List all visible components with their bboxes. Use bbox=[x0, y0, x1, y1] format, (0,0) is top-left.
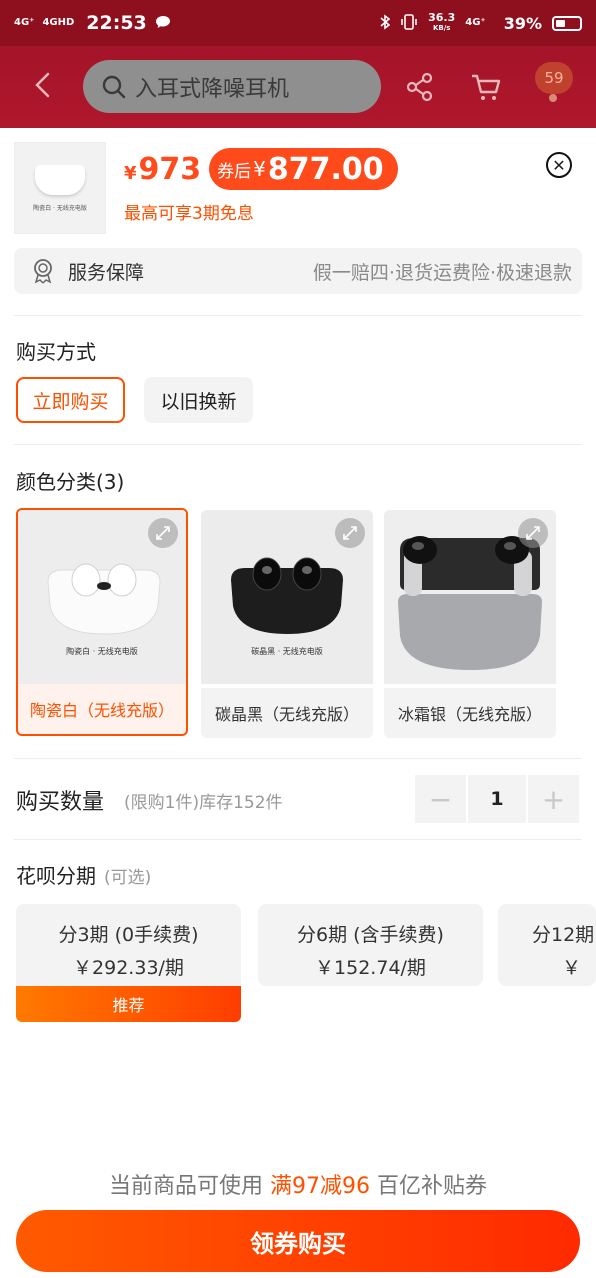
cart-count-badge: 59 bbox=[535, 62, 573, 94]
battery-icon bbox=[552, 15, 582, 31]
quantity-stepper: − 1 + bbox=[415, 775, 579, 823]
signal-indicator-2: 4GHD bbox=[42, 17, 75, 28]
color-image-caption-black: 碳晶黑 · 无线充电版 bbox=[251, 647, 323, 656]
increment-button[interactable]: + bbox=[528, 775, 579, 823]
expand-icon[interactable] bbox=[518, 518, 548, 548]
signal-indicator-3: 4G⁺ bbox=[465, 17, 486, 28]
claim-coupon-buy-button[interactable]: 领券购买 bbox=[16, 1210, 580, 1272]
share-icon[interactable] bbox=[406, 72, 434, 106]
clock: 22:53 bbox=[86, 12, 147, 34]
subsidy-notice: 当前商品可使用 满97减96 百亿补贴券 bbox=[108, 1174, 488, 1199]
color-label-silver: 冰霜银（无线充版） bbox=[384, 688, 556, 738]
vibrate-icon bbox=[400, 13, 418, 33]
recommend-tag: 推荐 bbox=[16, 986, 241, 1022]
installment-plan-12[interactable]: 分12期 ￥ bbox=[498, 904, 596, 986]
search-icon bbox=[102, 75, 126, 98]
service-guarantee-row[interactable]: 服务保障 假一赔四·退货运费险·极速退款 bbox=[14, 248, 582, 294]
earbuds-case-image bbox=[35, 164, 85, 195]
huabei-title: 花呗分期 (可选) bbox=[16, 864, 152, 888]
header: 入耳式降噪耳机 59 bbox=[0, 46, 596, 128]
color-option-black[interactable]: 碳晶黑 · 无线充电版 碳晶黑（无线充版） bbox=[201, 510, 373, 738]
purchase-method-title: 购买方式 bbox=[16, 340, 96, 364]
thumbnail-caption: 陶瓷白 · 无线充电版 bbox=[33, 204, 87, 212]
sku-selection-sheet: 陶瓷白 · 无线充电版 ¥973 券后 ¥ 877.00 最高可享3期免息 ✕ … bbox=[0, 128, 596, 1278]
product-thumbnail[interactable]: 陶瓷白 · 无线充电版 bbox=[14, 142, 106, 234]
quantity-value[interactable]: 1 bbox=[468, 775, 526, 823]
search-placeholder: 入耳式降噪耳机 bbox=[135, 76, 290, 102]
divider bbox=[14, 839, 582, 840]
divider bbox=[14, 444, 582, 445]
search-bar[interactable]: 入耳式降噪耳机 bbox=[83, 60, 381, 113]
divider bbox=[14, 315, 582, 316]
badge-icon bbox=[34, 259, 52, 284]
installment-note: 最高可享3期免息 bbox=[124, 204, 254, 224]
quantity-title: 购买数量 bbox=[16, 790, 105, 815]
installment-plan-6[interactable]: 分6期 (含手续费) ￥152.74/期 bbox=[258, 904, 483, 986]
back-button[interactable] bbox=[30, 70, 56, 100]
cart-icon[interactable] bbox=[470, 72, 502, 106]
color-option-silver[interactable]: 冰霜银（无线充版） bbox=[384, 510, 556, 738]
divider bbox=[14, 758, 582, 759]
status-bar: 4G⁺ 4GHD 22:53 36.3 KB/s 4G⁺ 39% bbox=[0, 0, 596, 46]
close-icon[interactable]: ✕ bbox=[546, 152, 572, 178]
network-speed: 36.3 KB/s bbox=[428, 11, 456, 32]
expand-icon[interactable] bbox=[335, 518, 365, 548]
color-category-title: 颜色分类(3) bbox=[16, 470, 125, 494]
more-menu-dot[interactable] bbox=[549, 94, 557, 102]
installment-plan-3[interactable]: 分3期 (0手续费) ￥292.33/期 bbox=[16, 904, 241, 986]
color-label-black: 碳晶黑（无线充版） bbox=[201, 688, 373, 738]
signal-indicator-1: 4G⁺ bbox=[14, 17, 35, 28]
chat-icon bbox=[155, 14, 171, 33]
color-label-white: 陶瓷白（无线充版） bbox=[18, 684, 186, 734]
bluetooth-icon bbox=[380, 13, 391, 33]
expand-icon[interactable] bbox=[148, 518, 178, 548]
price: ¥973 bbox=[124, 151, 202, 187]
option-buy-now[interactable]: 立即购买 bbox=[16, 377, 125, 423]
option-trade-in[interactable]: 以旧换新 bbox=[144, 377, 253, 423]
price-row: ¥973 券后 ¥ 877.00 bbox=[124, 148, 398, 190]
color-image-caption-white: 陶瓷白 · 无线充电版 bbox=[66, 647, 138, 656]
coupon-price-badge: 券后 ¥ 877.00 bbox=[209, 148, 398, 190]
service-title: 服务保障 bbox=[68, 261, 145, 284]
decrement-button[interactable]: − bbox=[415, 775, 466, 823]
service-detail: 假一赔四·退货运费险·极速退款 bbox=[312, 261, 572, 284]
battery-percent: 39% bbox=[503, 13, 542, 33]
color-option-white[interactable]: 陶瓷白 · 无线充电版 陶瓷白（无线充版） bbox=[16, 508, 188, 736]
quantity-note: (限购1件)库存152件 bbox=[124, 793, 283, 813]
